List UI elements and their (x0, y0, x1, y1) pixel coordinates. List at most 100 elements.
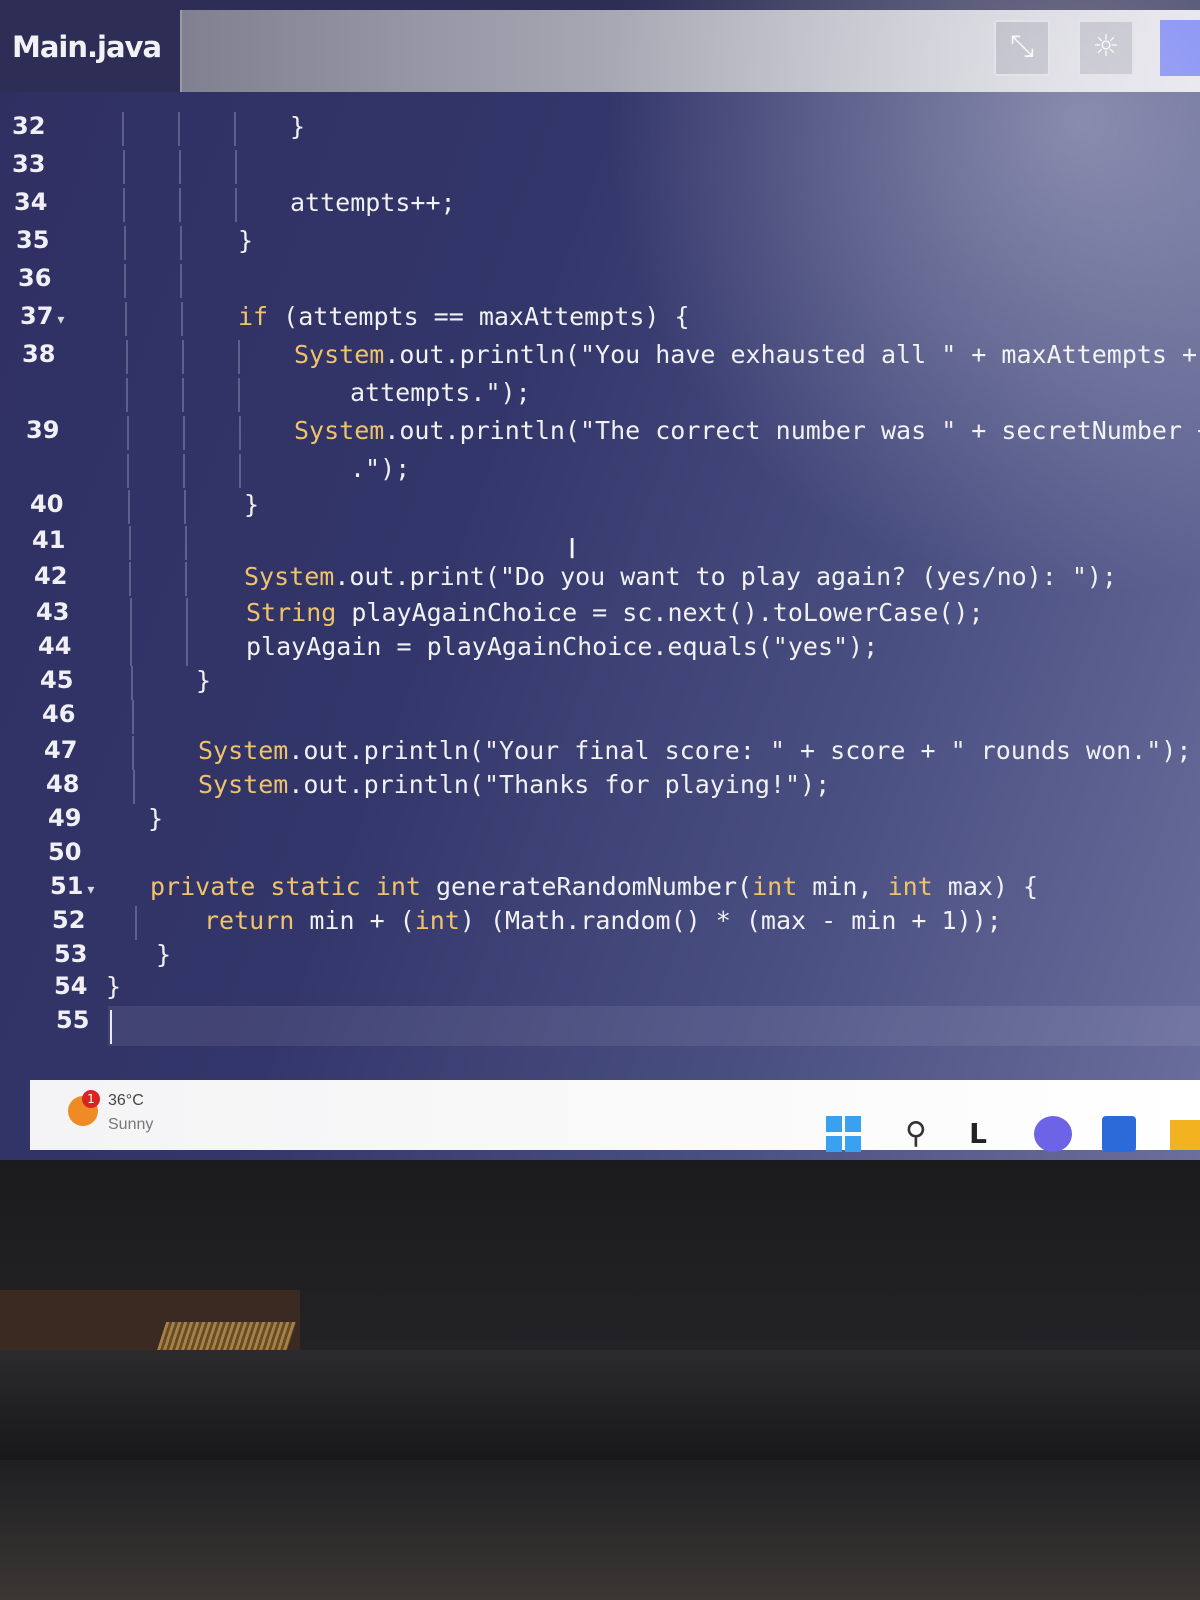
indent-guide (135, 906, 138, 940)
indent-guide (183, 454, 186, 488)
indent-guide (123, 226, 126, 260)
indent-guide (132, 770, 135, 804)
code-line[interactable]: 48 System.out.println("Thanks for playing… (0, 770, 1200, 804)
code-line[interactable]: 33 (0, 150, 1200, 184)
code-line[interactable]: 34 attempts++; (0, 188, 1200, 222)
code-line[interactable]: 43 String playAgainChoice = sc.next().toL… (0, 598, 1200, 632)
code-line[interactable]: 32} (0, 112, 1200, 146)
indent-guide (237, 340, 240, 374)
code-text: } (290, 112, 306, 141)
line-number: 41 (32, 526, 66, 554)
line-number: 35 (16, 226, 50, 254)
code-line[interactable]: 41 (0, 526, 1200, 560)
indent-guide (128, 526, 131, 560)
store-icon[interactable] (1102, 1116, 1136, 1152)
line-number: 34 (14, 188, 48, 216)
line-number: 48 (46, 770, 80, 798)
editor-header: Main.java ⤡ ☼ (0, 0, 1200, 92)
indent-guide (125, 302, 127, 336)
code-text: } (148, 804, 164, 833)
indent-guide (181, 302, 183, 336)
laptop-hinge (0, 1350, 1200, 1460)
collapse-icon[interactable]: ⤡ (994, 20, 1050, 76)
file-title: Main.java (12, 30, 162, 64)
line-number: 46 (42, 700, 76, 728)
code-text: System.out.println("The correct number w… (294, 416, 1200, 445)
code-text: System.out.println("Thanks for playing!"… (198, 770, 831, 799)
indent-guide (238, 378, 241, 412)
code-line[interactable]: 51 ▾ private static int generateRandomNumb… (0, 872, 1200, 906)
code-line[interactable]: 52 return min + (int) (Math.random() * (m… (0, 906, 1200, 940)
line-number: 55 (56, 1006, 90, 1034)
code-editor[interactable]: I 32} 33 34 attempts++; 35} 36 37 ▾ if (attempts… (0, 92, 1200, 1072)
code-text: private static int generateRandomNumber(… (150, 872, 1039, 901)
line-number: 43 (36, 598, 70, 626)
indent-guide (235, 188, 238, 222)
code-text: } (156, 940, 172, 969)
code-line[interactable]: 36 (0, 264, 1200, 298)
code-line[interactable]: 39 System.out.println("The correct number… (0, 416, 1200, 450)
code-line[interactable]: 42 System.out.print("Do you want to play … (0, 562, 1200, 596)
theme-toggle-icon[interactable]: ☼ (1078, 20, 1134, 76)
indent-guide (178, 112, 180, 146)
code-text: } (196, 666, 212, 695)
indent-guide (124, 264, 127, 298)
code-text: ."); (350, 454, 411, 483)
folder-icon[interactable] (1170, 1120, 1200, 1150)
line-number: 36 (18, 264, 52, 292)
code-text: return min + (int) (Math.random() * (max… (204, 906, 1002, 935)
indent-guide (131, 700, 134, 734)
line-number: 52 (52, 906, 86, 934)
code-line[interactable]: 49} (0, 804, 1200, 838)
indent-guide (182, 416, 185, 450)
indent-guide (130, 632, 133, 666)
code-text: playAgain = playAgainChoice.equals("yes"… (246, 632, 879, 661)
code-text: System.out.println("You have exhausted a… (294, 340, 1200, 369)
code-line[interactable]: 47 System.out.println("Your final score: … (0, 736, 1200, 770)
line-number: 39 (26, 416, 60, 444)
code-line[interactable]: 50 (0, 838, 1200, 872)
line-number: 53 (54, 940, 88, 968)
indent-guide (122, 112, 124, 146)
code-line[interactable]: 55 (0, 1006, 1200, 1040)
indent-guide (184, 526, 187, 560)
indent-guide (179, 226, 182, 260)
code-line[interactable]: 40} (0, 490, 1200, 524)
code-line[interactable]: ."); (0, 454, 1200, 488)
code-line[interactable]: 53} (0, 940, 1200, 974)
code-line[interactable]: 46 (0, 700, 1200, 734)
line-number: 49 (48, 804, 82, 832)
indent-guide (234, 150, 237, 184)
indent-guide (185, 562, 188, 596)
indent-guide (132, 736, 135, 770)
code-line[interactable]: 54} (0, 972, 1200, 1006)
fold-chevron-icon[interactable]: ▾ (57, 312, 64, 328)
line-number: 50 (48, 838, 82, 866)
code-text: } (238, 226, 254, 255)
weather-condition[interactable]: Sunny (108, 1116, 153, 1134)
code-line[interactable]: attempts."); (0, 378, 1200, 412)
run-tab[interactable] (1160, 20, 1200, 76)
line-number: 32 (12, 112, 46, 140)
weather-temperature[interactable]: 36°C (108, 1092, 144, 1110)
code-text: System.out.println("Your final score: " … (198, 736, 1192, 765)
code-text: System.out.print("Do you want to play ag… (244, 562, 1117, 591)
indent-guide (125, 340, 128, 374)
code-line[interactable]: 35} (0, 226, 1200, 260)
widgets-icon[interactable]: L (960, 1116, 996, 1152)
code-line[interactable]: 37 ▾ if (attempts == maxAttempts) { (0, 302, 1200, 336)
indent-guide (178, 150, 181, 184)
search-icon[interactable]: ⚲ (898, 1116, 934, 1152)
fold-chevron-icon[interactable]: ▾ (87, 882, 94, 898)
indent-guide (179, 188, 182, 222)
code-line[interactable]: 38 System.out.println("You have exhausted… (0, 340, 1200, 374)
code-text: attempts."); (350, 378, 531, 407)
code-line[interactable]: 44 playAgain = playAgainChoice.equals("ye… (0, 632, 1200, 666)
code-line[interactable]: 45} (0, 666, 1200, 700)
meet-icon[interactable] (1034, 1116, 1072, 1152)
indent-guide (122, 150, 125, 184)
line-number: 44 (38, 632, 72, 660)
line-number: 38 (22, 340, 56, 368)
indent-guide (180, 264, 183, 298)
start-icon[interactable] (826, 1116, 862, 1152)
